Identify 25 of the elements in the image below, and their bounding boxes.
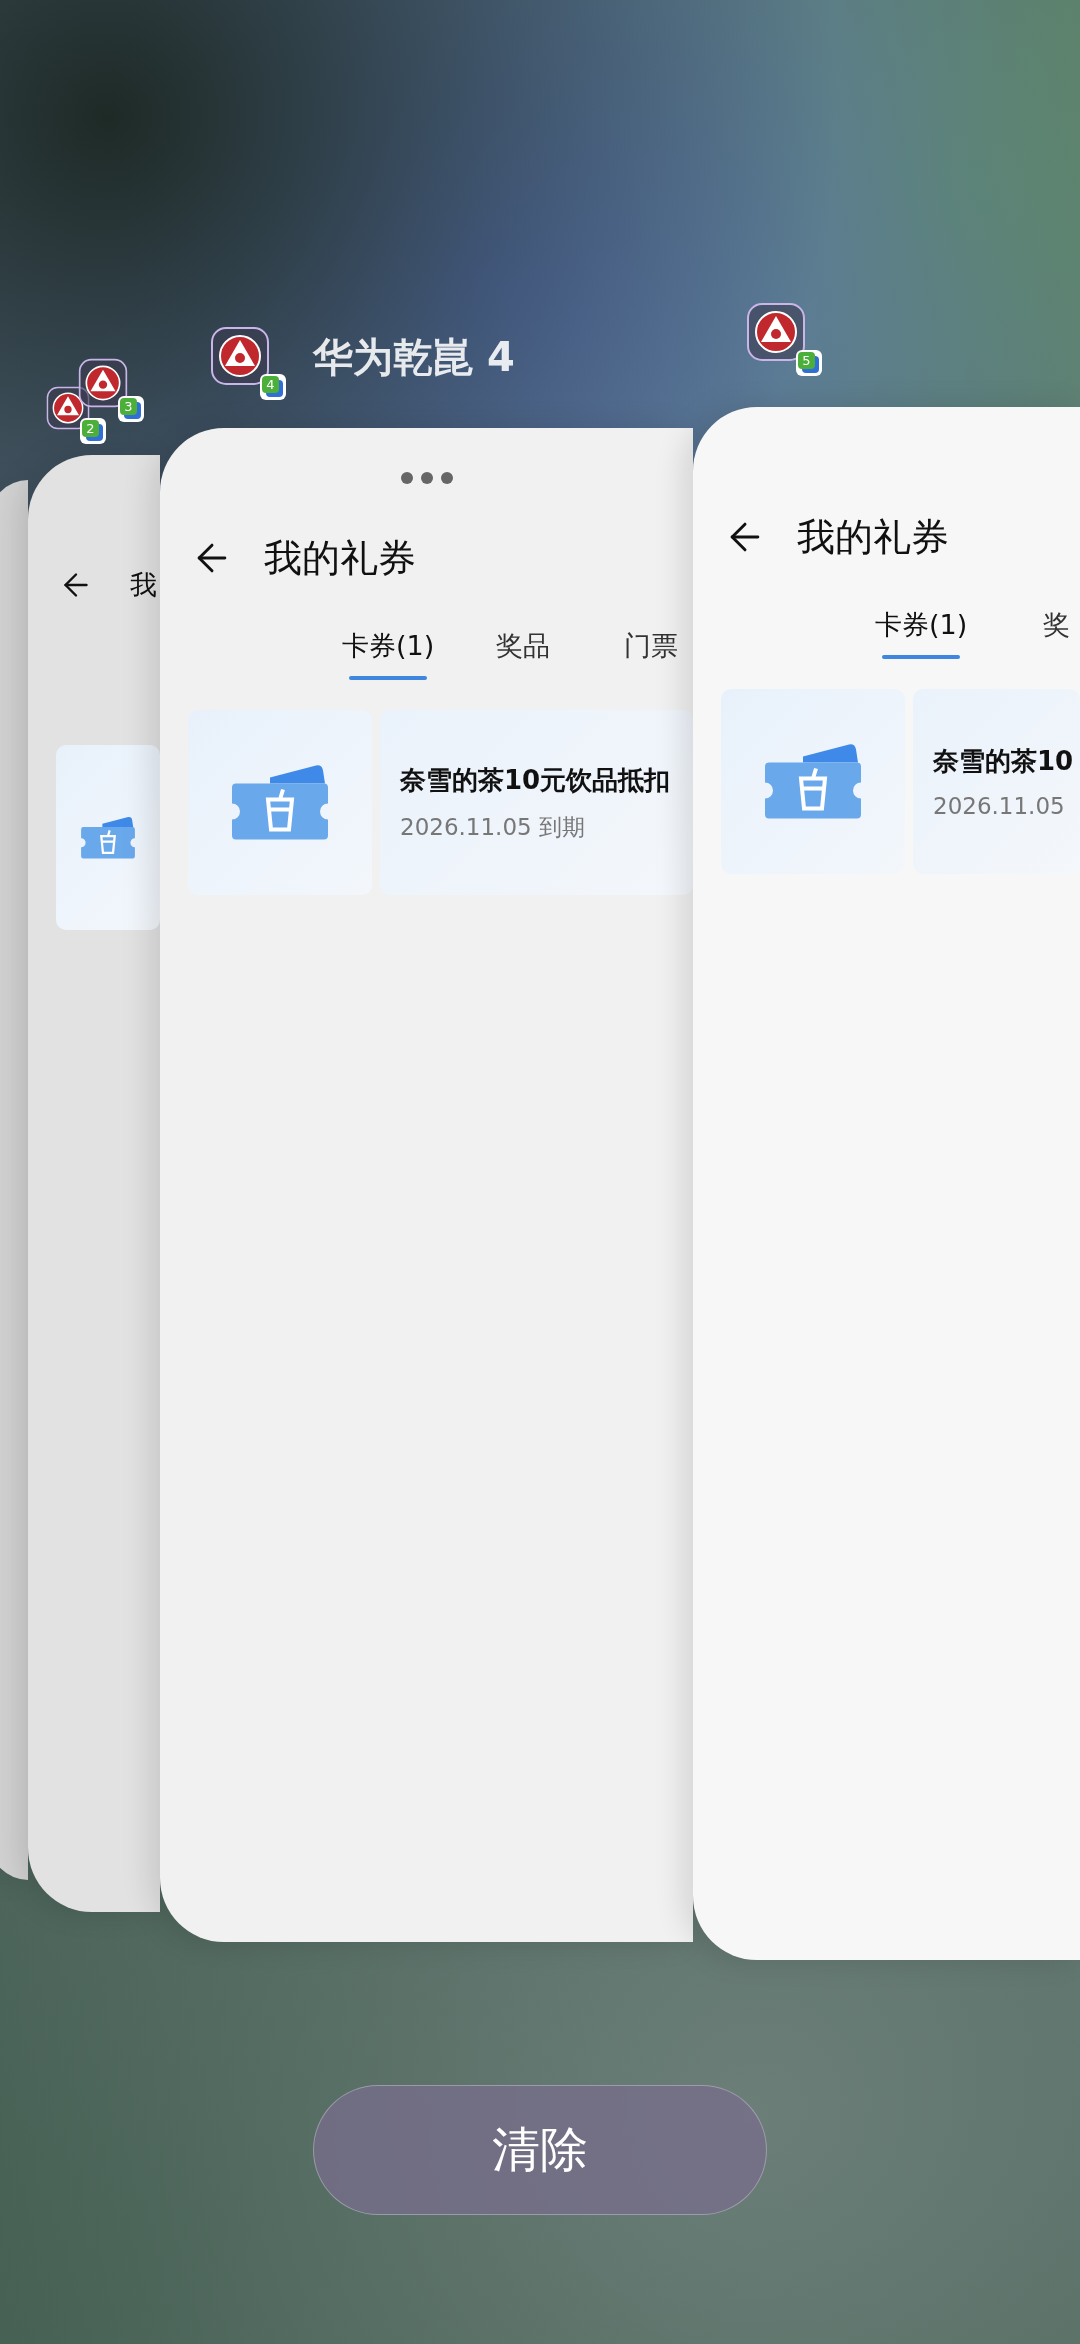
ticket-icon — [80, 814, 136, 861]
window-badge: 3 — [118, 396, 144, 422]
app-window[interactable]: 我的礼券 卡券(1) 奖品 门票 奈雪的茶10元饮品抵扣 2026.11.05 到期 — [160, 428, 693, 1942]
expiry-date: 2026.11.05 到期 — [400, 812, 586, 842]
app-title: 华为乾崑 4 — [313, 333, 515, 382]
coupon-name: 奈雪的茶10元饮品抵扣 — [400, 763, 672, 797]
more-icon[interactable] — [400, 472, 453, 484]
app-window[interactable]: 我 — [28, 455, 160, 1912]
window-badge: 5 — [796, 350, 822, 376]
tab[interactable]: 奖 — [1017, 607, 1080, 659]
page-title: 我 — [130, 568, 157, 602]
tab[interactable]: 卡券(1) — [342, 628, 435, 680]
tab[interactable]: 卡券(1) — [875, 607, 968, 659]
expiry-date: 2026.11.05 — [933, 793, 1066, 819]
app-window[interactable]: 我的礼券 卡券(1) 奖 奈雪的茶10 2026.11.05 — [693, 407, 1080, 1960]
window-badge: 4 — [260, 374, 286, 400]
coupon-card[interactable]: 奈雪的茶10元饮品抵扣 2026.11.05 到期 — [380, 710, 693, 895]
tab[interactable]: 门票 — [612, 628, 691, 680]
page-title: 我的礼券 — [264, 534, 416, 582]
clear-button[interactable]: 清除 — [313, 2085, 767, 2215]
window-badge: 2 — [80, 418, 106, 444]
coupon-name: 奈雪的茶10 — [933, 745, 1075, 778]
coupon-card[interactable]: 奈雪的茶10 2026.11.05 — [913, 689, 1080, 874]
page-title: 我的礼券 — [797, 513, 949, 561]
tab[interactable]: 奖品 — [484, 628, 563, 680]
